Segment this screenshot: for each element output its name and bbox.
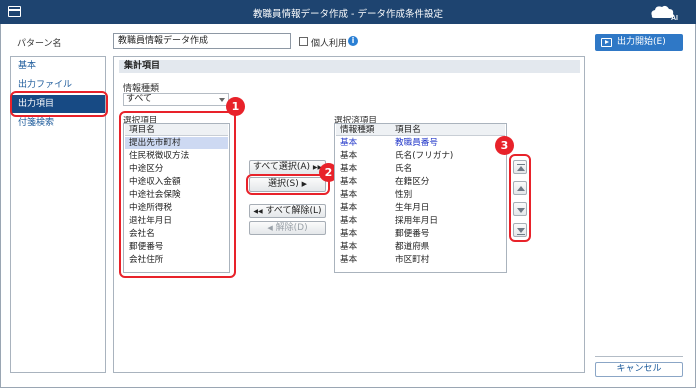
table-row[interactable]: 基本 郵便番号	[336, 228, 505, 240]
callout-box-sidebar	[10, 91, 108, 117]
deselect-all-label: すべて解除(L)	[265, 206, 322, 216]
window-title: 教職員情報データ作成 - データ作成条件設定	[253, 9, 443, 20]
row-name: 市区町村	[395, 255, 430, 265]
callout-box-available	[119, 111, 236, 278]
row-name: 氏名	[395, 164, 413, 174]
output-icon	[601, 38, 612, 47]
table-row[interactable]: 基本 教職員番号	[336, 137, 505, 149]
row-type: 基本	[340, 138, 358, 148]
row-name: 教職員番号	[395, 138, 438, 148]
row-name: 性別	[395, 190, 413, 200]
row-type: 基本	[340, 203, 358, 213]
deselect-button[interactable]: ◀ 解除(D)	[249, 221, 326, 235]
table-row[interactable]: 基本 氏名	[336, 163, 505, 175]
sidebar-item-basic[interactable]: 基本	[11, 57, 105, 75]
column-header-name: 項目名	[395, 125, 421, 135]
callout-box-select	[246, 174, 330, 195]
row-name: 都道府県	[395, 242, 430, 252]
row-name: 採用年月日	[395, 216, 438, 226]
personal-use-checkbox[interactable]	[299, 37, 308, 46]
section-header: 集計項目	[119, 60, 580, 73]
start-output-label: 出力開始(E)	[617, 37, 666, 47]
row-name: 生年月日	[395, 203, 430, 213]
table-row[interactable]: 基本 採用年月日	[336, 215, 505, 227]
callout-badge-3: 3	[495, 136, 514, 155]
column-header-type: 情報種類	[340, 125, 375, 135]
select-all-label: すべて選択(A)	[252, 162, 311, 172]
info-type-select[interactable]: すべて	[123, 93, 229, 106]
left-arrow-icon: ◀	[267, 224, 273, 232]
row-name: 郵便番号	[395, 229, 430, 239]
row-type: 基本	[340, 164, 358, 174]
row-type: 基本	[340, 177, 358, 187]
start-output-button[interactable]: 出力開始(E)	[595, 34, 683, 51]
pattern-name-label: パターン名	[17, 39, 62, 49]
row-type: 基本	[340, 255, 358, 265]
table-row[interactable]: 基本 都道府県	[336, 241, 505, 253]
personal-use-label: 個人利用	[311, 39, 348, 49]
info-type-value: すべて	[126, 94, 153, 104]
row-type: 基本	[340, 242, 358, 252]
title-bar: 教職員情報データ作成 - データ作成条件設定 AI	[0, 0, 696, 24]
divider	[595, 356, 683, 357]
table-row[interactable]: 基本 市区町村	[336, 254, 505, 266]
row-name: 氏名(フリガナ)	[395, 151, 454, 161]
double-left-arrow-icon: ◀◀	[253, 208, 263, 215]
table-row[interactable]: 基本 氏名(フリガナ)	[336, 150, 505, 162]
svg-text:AI: AI	[671, 15, 678, 22]
deselect-label: 解除(D)	[275, 223, 308, 233]
cancel-button[interactable]: キャンセル	[595, 362, 683, 377]
chevron-down-icon	[219, 98, 225, 102]
table-row[interactable]: 基本 在籍区分	[336, 176, 505, 188]
row-type: 基本	[340, 151, 358, 161]
row-type: 基本	[340, 190, 358, 200]
info-icon[interactable]: i	[348, 36, 358, 46]
chosen-items-list[interactable]: 情報種類 項目名 基本 教職員番号 基本 氏名(フリガナ) 基本 氏名 基本 在籍区分 基…	[334, 123, 507, 273]
deselect-all-button[interactable]: ◀◀ すべて解除(L)	[249, 204, 326, 218]
row-type: 基本	[340, 229, 358, 239]
table-row[interactable]: 基本 性別	[336, 189, 505, 201]
chosen-header: 情報種類 項目名	[336, 124, 505, 136]
row-name: 在籍区分	[395, 177, 430, 187]
pattern-name-input[interactable]: 教職員情報データ作成	[113, 33, 291, 49]
select-all-button[interactable]: すべて選択(A) ▶▶	[249, 160, 326, 175]
row-type: 基本	[340, 216, 358, 226]
callout-box-reorder	[509, 154, 531, 242]
callout-badge-1: 1	[226, 97, 245, 116]
table-row[interactable]: 基本 生年月日	[336, 202, 505, 214]
ai-logo-icon: AI	[651, 5, 678, 22]
